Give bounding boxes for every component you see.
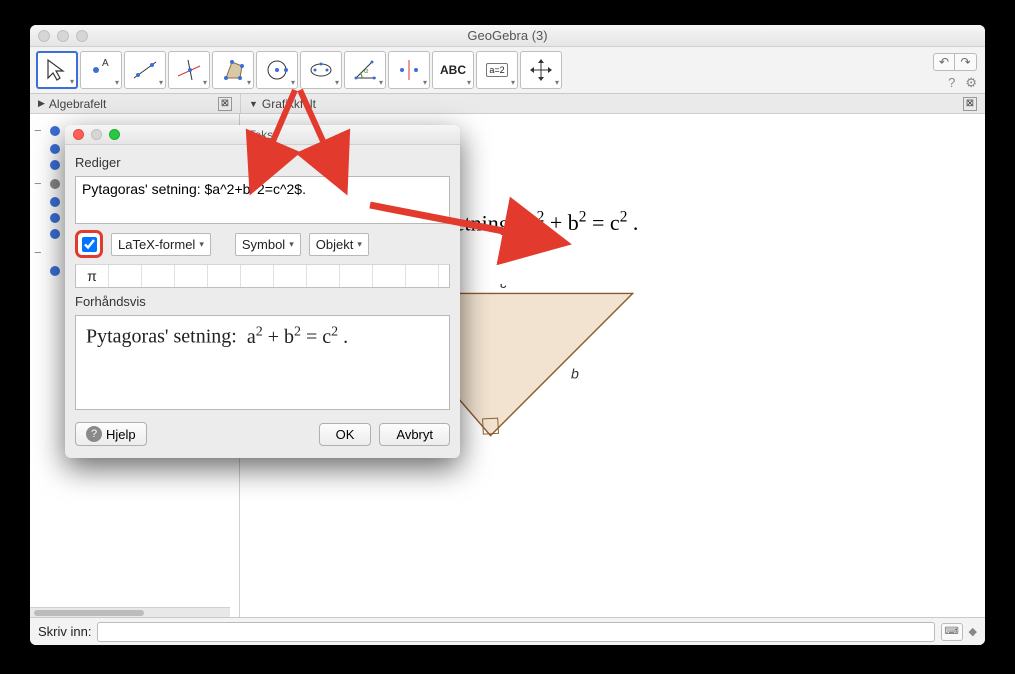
visibility-dot-icon[interactable] (50, 179, 60, 189)
latex-checkbox-highlight (75, 230, 103, 258)
toolbar: ▾ A ▾ ▾ ▾ ▾ ▾ ▾ (30, 47, 985, 94)
tool-polygon[interactable]: ▾ (212, 51, 254, 89)
dialog-close[interactable] (73, 129, 84, 140)
cancel-button[interactable]: Avbryt (379, 423, 450, 446)
svg-text:α: α (364, 68, 368, 75)
tool-circle[interactable]: ▾ (256, 51, 298, 89)
dialog-zoom[interactable] (109, 129, 120, 140)
edit-label: Rediger (75, 155, 450, 170)
text-dialog: Tekst Rediger Pytagoras' setning: $a^2+b… (65, 125, 460, 458)
visibility-dot-icon[interactable] (50, 229, 60, 239)
dialog-minimize[interactable] (91, 129, 102, 140)
edit-textarea[interactable]: Pytagoras' setning: $a^2+b^2=c^2$. (75, 176, 450, 224)
triangle-label-c: c (500, 284, 507, 292)
special-char-bar[interactable]: π (75, 264, 450, 288)
tool-conic[interactable]: ▾ (300, 51, 342, 89)
triangle-label-b: b (571, 367, 579, 383)
graphics-tab-label[interactable]: Grafikkfelt (262, 97, 316, 111)
tool-reflect[interactable]: ▾ (388, 51, 430, 89)
latex-format-select[interactable]: LaTeX-formel▾ (111, 233, 211, 256)
tool-slider[interactable]: a=2 ▾ (476, 51, 518, 89)
traffic-minimize[interactable] (57, 30, 69, 42)
visibility-dot-icon[interactable] (50, 160, 60, 170)
window-title: GeoGebra (3) (30, 28, 985, 43)
dialog-titlebar: Tekst (65, 125, 460, 145)
input-label: Skriv inn: (38, 624, 91, 639)
help-icon: ? (86, 426, 102, 442)
command-input[interactable] (97, 622, 934, 642)
tool-text[interactable]: ABC ▾ (432, 51, 474, 89)
visibility-dot-icon[interactable] (50, 144, 60, 154)
preview-label: Forhåndsvis (75, 294, 450, 309)
visibility-dot-icon[interactable] (50, 213, 60, 223)
special-char-pi[interactable]: π (76, 265, 109, 287)
ok-button[interactable]: OK (319, 423, 372, 446)
symbol-select[interactable]: Symbol▾ (235, 233, 301, 256)
scrollbar-horizontal[interactable] (30, 607, 230, 617)
traffic-close[interactable] (38, 30, 50, 42)
tool-line[interactable]: ▾ (124, 51, 166, 89)
close-graphics-icon[interactable]: ⊠ (963, 97, 977, 111)
latex-checkbox[interactable] (82, 237, 97, 252)
svg-text:A: A (102, 58, 109, 69)
algebra-tab-label[interactable]: Algebrafelt (49, 97, 106, 111)
panes-header: ▶ Algebrafelt ⊠ ▼ Grafikkfelt ⊠ (30, 94, 985, 114)
settings-icon[interactable]: ⚙ (965, 75, 977, 91)
traffic-zoom[interactable] (76, 30, 88, 42)
visibility-dot-icon[interactable] (50, 266, 60, 276)
visibility-dot-icon[interactable] (50, 126, 60, 136)
tool-move[interactable]: ▾ (36, 51, 78, 89)
input-bar: Skriv inn: ⌨ ◆ (30, 617, 985, 645)
input-help-icon[interactable]: ◆ (969, 625, 977, 638)
help-icon[interactable]: ? (948, 75, 955, 91)
tool-translate-view[interactable]: ▾ (520, 51, 562, 89)
titlebar: GeoGebra (3) (30, 25, 985, 47)
tool-point[interactable]: A ▾ (80, 51, 122, 89)
redo-button[interactable]: ↷ (955, 53, 977, 71)
virtual-keyboard-icon[interactable]: ⌨ (941, 623, 963, 641)
close-algebra-icon[interactable]: ⊠ (218, 97, 232, 111)
tool-perpendicular[interactable]: ▾ (168, 51, 210, 89)
object-select[interactable]: Objekt▾ (309, 233, 369, 256)
preview-box: Pytagoras' setning: a2 + b2 = c2 . (75, 315, 450, 410)
visibility-dot-icon[interactable] (50, 197, 60, 207)
tool-angle[interactable]: α ▾ (344, 51, 386, 89)
undo-button[interactable]: ↶ (933, 53, 955, 71)
help-button[interactable]: ? Hjelp (75, 422, 147, 446)
